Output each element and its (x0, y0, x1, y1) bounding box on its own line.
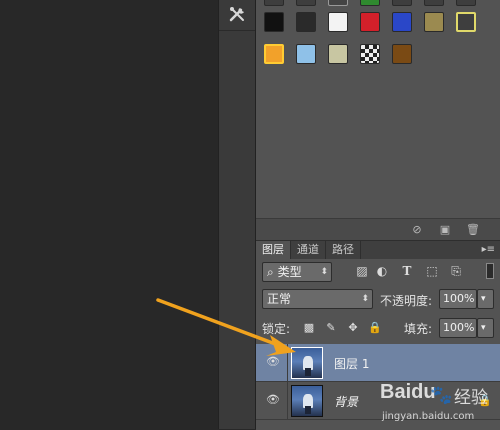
swatches-row-top-partial (264, 0, 494, 6)
smart-object-filter-icon[interactable]: ⎘ (448, 263, 464, 279)
visibility-eye-icon[interactable]: 👁 (264, 393, 282, 407)
watermark-brand: Baidu (380, 381, 436, 403)
shape-layer-filter-icon[interactable]: ⬚ (424, 263, 440, 279)
pixel-layer-filter-icon[interactable]: ▨ (354, 263, 370, 279)
clear-style-icon[interactable]: ⊘ (410, 223, 424, 236)
spinner-arrows-icon: ⬍ (320, 267, 328, 277)
light-blue-style-swatch[interactable] (296, 44, 316, 64)
new-style-icon[interactable]: ▣ (438, 223, 452, 236)
filter-type-value: 类型 (277, 265, 302, 279)
tab-channels[interactable]: 通道 (291, 241, 326, 259)
opacity-input[interactable]: 100% (439, 289, 477, 309)
annotation-arrow (156, 298, 296, 356)
tools-icon[interactable] (223, 2, 253, 26)
layer-thumbnail (291, 385, 323, 417)
black-style-swatch[interactable] (264, 12, 284, 32)
orange-glow-style-swatch[interactable] (264, 44, 284, 64)
tab-paths[interactable]: 路径 (326, 241, 361, 259)
opacity-label: 不透明度: (380, 294, 433, 308)
watermark-cn: 经验 (454, 388, 488, 408)
styles-swatches-row-2 (264, 44, 494, 66)
fill-input[interactable]: 100% (439, 318, 477, 338)
styles-panel-footer: ⊘ ▣ 🗑 (256, 218, 500, 240)
checker-style-swatch[interactable] (360, 44, 380, 64)
brown-wood-style-swatch[interactable] (392, 44, 412, 64)
gold-texture-style-swatch[interactable] (424, 12, 444, 32)
delete-style-icon[interactable]: 🗑 (466, 223, 480, 236)
styles-panel (256, 0, 500, 240)
opacity-dropdown-icon[interactable]: ▾ (477, 289, 494, 309)
lock-all-icon[interactable]: 🔒 (368, 321, 382, 335)
white-frame-style-swatch[interactable] (328, 12, 348, 32)
spinner-arrows-icon: ⬍ (361, 294, 369, 304)
filter-toggle-switch[interactable] (486, 263, 494, 279)
beige-style-swatch[interactable] (328, 44, 348, 64)
lock-image-pixels-icon[interactable]: ✎ (324, 321, 338, 335)
black-bevel-style-swatch[interactable] (296, 12, 316, 32)
layers-panel-tabs: 图层 通道 路径 ▸≡ (256, 241, 500, 259)
divider (219, 30, 255, 31)
layer-name: 背景 (334, 395, 359, 409)
divider (287, 382, 288, 420)
yellow-outline-style-swatch[interactable] (456, 12, 476, 32)
fill-dropdown-icon[interactable]: ▾ (477, 318, 494, 338)
lock-position-icon[interactable]: ✥ (346, 321, 360, 335)
styles-swatches-row-1 (264, 12, 494, 34)
layer-name: 图层 1 (334, 357, 370, 371)
type-layer-filter-icon[interactable]: T (399, 263, 415, 279)
baidu-jingyan-watermark: Baidu 🐾 经验 jingyan.baidu.com (380, 381, 498, 427)
adjustment-layer-filter-icon[interactable]: ◐ (374, 263, 390, 279)
blue-style-swatch[interactable] (392, 12, 412, 32)
fill-label: 填充: (404, 322, 433, 336)
red-style-swatch[interactable] (360, 12, 380, 32)
search-icon: ⌕ (267, 265, 274, 279)
panel-menu-icon[interactable]: ▸≡ (482, 241, 500, 259)
paw-logo-icon: 🐾 (430, 385, 453, 406)
watermark-url: jingyan.baidu.com (382, 411, 475, 422)
tab-layers[interactable]: 图层 (256, 241, 291, 259)
filter-type-select[interactable]: ⌕ 类型 ⬍ (262, 262, 332, 282)
